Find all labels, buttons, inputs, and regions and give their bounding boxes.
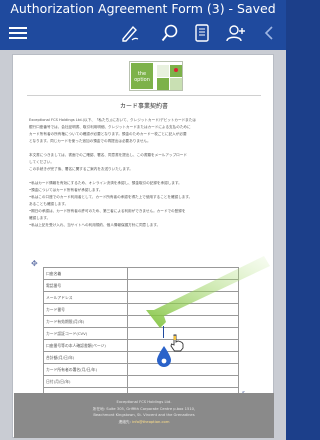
table-row: 口座名義: [43, 267, 239, 280]
paragraph-line: Exceptional FCS Holdings Ltd.(以下、「私たち」)に…: [29, 118, 196, 122]
footer-email-link[interactable]: info@theoption.com: [132, 420, 169, 424]
page-footer: Exceptional FCS Holdings Ltd. 所在地: Suite…: [14, 393, 274, 438]
paragraph-line: •私は上記を受け入れ、当サイトへの利用規約、個人情報保護方針に同意します。: [29, 223, 161, 227]
document-page: the option カード事業契約書 Exceptional FCS Hold…: [12, 54, 274, 438]
document-title: カード事業契約書: [119, 103, 168, 110]
table-row: メールアドレス: [43, 291, 239, 304]
paragraph-line: •期日の承認は、カード所有者の許可のため、第三者による利用ができません。カードで…: [29, 209, 186, 213]
undo-icon[interactable]: [256, 20, 284, 46]
table-row: カード所有者の署名(月/日/年): [43, 363, 239, 376]
footer-contact-label: 連絡先:: [118, 419, 133, 424]
document-viewport[interactable]: the option カード事業契約書 Exceptional FCS Hold…: [0, 50, 286, 440]
field-cell[interactable]: [127, 291, 239, 304]
paragraph-line: あることも確認します。: [29, 202, 69, 206]
paragraph-line: この手続きが完了後、署名に関するご案内をお送りいたします。: [29, 167, 133, 171]
form-table: 口座名義 電話番号 メールアドレス カード番号 カード有効期限(月/年) カード…: [43, 267, 239, 400]
field-label: カード所有者の署名(月/日/年): [43, 363, 128, 376]
field-cell[interactable]: [127, 279, 239, 292]
field-cell[interactable]: [127, 363, 239, 376]
menu-icon[interactable]: [4, 20, 32, 46]
table-row: 電話番号: [43, 279, 239, 292]
window-title: Authorization Agreement Form (3) - Saved: [10, 1, 276, 16]
field-cell[interactable]: [127, 351, 239, 364]
table-row: 口座番号等の本人確認書類(ページ): [43, 339, 239, 352]
field-label: カード番号: [43, 303, 128, 316]
table-move-handle[interactable]: ✥: [31, 259, 38, 268]
text-caret: [163, 326, 164, 338]
table-row: カード有効期限(月/年): [43, 315, 239, 328]
tablet-icon[interactable]: [188, 20, 216, 46]
logo-dot: [174, 68, 178, 72]
paragraph-line: してください。: [29, 160, 54, 164]
field-label: カード認証コード(CVV): [43, 327, 128, 340]
field-label: メールアドレス: [43, 291, 128, 304]
paragraph-line: 本文書につきましては、書面でのご確認、署名、同意書を提出し、この書類をメールアッ…: [29, 153, 187, 157]
field-label: 口座番号等の本人確認書類(ページ): [43, 339, 128, 352]
pen-icon[interactable]: [116, 20, 144, 46]
field-cell[interactable]: [127, 267, 239, 280]
divider: [27, 95, 261, 96]
footer-line: 連絡先: info@theoption.com: [14, 419, 274, 426]
field-label: 口座名義: [43, 267, 128, 280]
company-logo: the option: [129, 61, 183, 91]
search-icon[interactable]: [156, 20, 184, 46]
table-row: カード認証コード(CVV): [43, 327, 239, 340]
paragraph-line: •預金についてはカード所有者が承認します。: [29, 188, 103, 192]
paragraph-line: となります。同じカードを使った追加の預金での再提出は必要ありません。: [29, 139, 151, 143]
hand-cursor-icon: [170, 334, 184, 352]
field-label: カード有効期限(月/年): [43, 315, 128, 328]
add-user-icon[interactable]: [222, 20, 250, 46]
field-label: 合計額(月/日/年): [43, 351, 128, 364]
paragraph-line: •私はこの口座でのカード利用者として、カード所有者の承認を得た上で使用することを…: [29, 195, 193, 199]
app-header: Authorization Agreement Form (3) - Saved: [0, 0, 286, 50]
toolbar: [0, 18, 286, 50]
paragraph-line: 確認します。: [29, 216, 51, 220]
table-row: 日付(月/日/年): [43, 375, 239, 388]
paragraph-line: 銀行口座番号では、会社証明書、取引利用明細、クレジットカードまたはカードによる支…: [29, 125, 191, 129]
table-row: カード番号: [43, 303, 239, 316]
field-cell[interactable]: [127, 315, 239, 328]
field-cell[interactable]: [127, 303, 239, 316]
field-cell[interactable]: [127, 375, 239, 388]
field-label: 日付(月/日/年): [43, 375, 128, 388]
field-label: 電話番号: [43, 279, 128, 292]
logo-wordmark: the option: [131, 63, 153, 89]
paragraph-line: カード所有者の所有権についての確認が必要となります。預金のためカード一枚ごとに記…: [29, 132, 187, 136]
paragraph-line: •私はカード情報を有効にするため、オンライン決済を承認し、預金取引の記録を承認し…: [29, 181, 182, 185]
table-row: 合計額(月/日/年): [43, 351, 239, 364]
